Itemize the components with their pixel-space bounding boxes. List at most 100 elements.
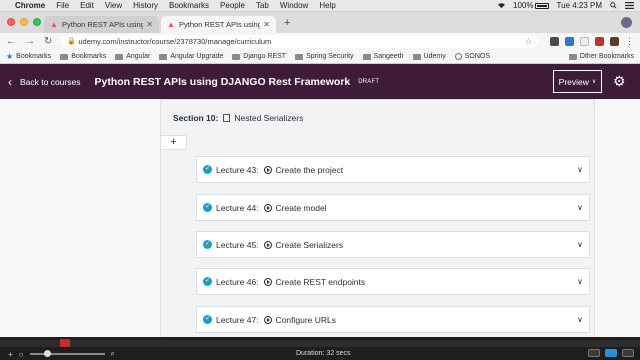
lecture-item[interactable]: ✓ Lecture 44: Create model ∨ xyxy=(196,194,590,221)
check-circle-icon: ✓ xyxy=(203,240,212,249)
bookmark-label: SONOS xyxy=(464,53,491,60)
browser-tab-2-active[interactable]: ▲ Python REST APIs using DJANGO ✕ xyxy=(161,16,276,33)
bookmarks-bar: ★ Bookmarks Bookmarks Angular Angular Upg… xyxy=(0,50,640,64)
close-icon[interactable]: ✕ xyxy=(146,20,153,29)
search-icon[interactable]: ⌕ xyxy=(111,349,115,359)
zoom-out-icon[interactable]: ○ xyxy=(19,350,24,359)
menu-view[interactable]: View xyxy=(105,1,122,10)
bookmark-star-icon[interactable]: ☆ xyxy=(525,37,532,46)
folder-icon xyxy=(412,53,421,60)
zoom-slider[interactable] xyxy=(29,350,105,357)
lock-icon[interactable]: 🔒 xyxy=(67,38,76,45)
bookmark-folder[interactable]: Bookmarks xyxy=(60,53,106,60)
close-icon[interactable]: ✕ xyxy=(263,20,270,29)
bookmark-folder[interactable]: Spring Security xyxy=(295,53,354,60)
preview-button[interactable]: Preview ∨ xyxy=(553,70,602,93)
lecture-title: Create the project xyxy=(275,164,344,175)
captions-icon[interactable] xyxy=(588,349,600,357)
menu-list-icon[interactable] xyxy=(625,2,634,9)
folder-icon xyxy=(568,53,577,60)
bookmark-item[interactable]: ★ Bookmarks xyxy=(6,52,51,61)
course-title: Python REST APIs using DJANGO Rest Frame… xyxy=(94,75,351,88)
menu-chrome[interactable]: Chrome xyxy=(15,1,45,10)
clock[interactable]: Tue 4:23 PM xyxy=(556,1,602,10)
add-curriculum-item-button[interactable]: + xyxy=(160,135,187,150)
window-controls xyxy=(7,18,41,26)
extension-icon[interactable] xyxy=(550,37,559,46)
play-circle-icon xyxy=(263,277,272,286)
reload-icon[interactable]: ↻ xyxy=(44,36,52,47)
url-text: udemy.com/instructor/course/2378730/mana… xyxy=(78,37,272,46)
timeline-playhead[interactable] xyxy=(60,339,70,347)
other-bookmarks-folder[interactable]: Other Bookmarks xyxy=(568,53,634,60)
extension-icon[interactable] xyxy=(595,37,604,46)
chevron-down-icon[interactable]: ∨ xyxy=(577,277,583,286)
close-window-button[interactable] xyxy=(7,18,15,26)
battery-icon xyxy=(535,2,550,9)
bookmark-folder[interactable]: Django REST xyxy=(232,53,286,60)
play-circle-icon xyxy=(263,165,272,174)
lecture-item[interactable]: ✓ Lecture 43: Create the project ∨ xyxy=(196,156,590,183)
bookmark-label: Sangeeth xyxy=(373,53,404,60)
macos-menu-bar: Chrome File Edit View History Bookmarks … xyxy=(0,0,640,12)
search-icon[interactable] xyxy=(609,2,618,9)
tab-strip: ▲ Python REST APIs using DJANGO ✕ ▲ Pyth… xyxy=(0,12,640,33)
chevron-down-icon[interactable]: ∨ xyxy=(577,203,583,212)
chevron-down-icon[interactable]: ∨ xyxy=(577,240,583,249)
back-to-courses-link[interactable]: ‹ Back to courses xyxy=(8,76,80,88)
play-circle-icon xyxy=(263,203,272,212)
menu-bookmarks[interactable]: Bookmarks xyxy=(169,1,209,10)
minimize-window-button[interactable] xyxy=(20,18,28,26)
folder-icon xyxy=(115,53,124,60)
profile-avatar[interactable] xyxy=(621,17,632,28)
folder-icon xyxy=(232,53,241,60)
bookmark-folder[interactable]: Udemy xyxy=(412,53,446,60)
zoom-in-icon[interactable]: + xyxy=(8,350,13,359)
bookmark-label: Angular Upgrade xyxy=(170,53,224,60)
gear-icon[interactable]: ⚙ xyxy=(613,73,626,89)
bookmark-folder[interactable]: Angular Upgrade xyxy=(159,53,223,60)
fullscreen-icon[interactable] xyxy=(622,349,634,357)
battery-indicator[interactable]: 100% xyxy=(513,1,550,10)
menu-help[interactable]: Help xyxy=(319,1,335,10)
bookmark-item[interactable]: SONOS xyxy=(454,53,491,60)
browser-tab-1[interactable]: ▲ Python REST APIs using DJANGO ✕ xyxy=(44,16,159,33)
extension-icon[interactable] xyxy=(580,37,589,46)
curriculum-area: Section 10: Nested Serializers + ✓ Lectu… xyxy=(0,99,640,337)
chevron-down-icon: ∨ xyxy=(591,79,597,85)
bookmark-label: Udemy xyxy=(423,53,446,60)
timeline-track[interactable] xyxy=(0,340,640,347)
bookmark-folder[interactable]: Angular xyxy=(115,53,150,60)
zoom-slider-knob[interactable] xyxy=(43,350,51,357)
fullscreen-window-button[interactable] xyxy=(33,18,41,26)
menu-file[interactable]: File xyxy=(56,1,69,10)
chrome-menu-icon[interactable]: ⋮ xyxy=(625,37,634,46)
lecture-item[interactable]: ✓ Lecture 47: Configure URLs ∨ xyxy=(196,306,590,333)
menu-people[interactable]: People xyxy=(220,1,245,10)
profile-icon[interactable] xyxy=(610,37,619,46)
menu-tab[interactable]: Tab xyxy=(256,1,269,10)
lecture-title: Create Serializers xyxy=(275,239,344,250)
menu-window[interactable]: Window xyxy=(280,1,308,10)
lecture-item[interactable]: ✓ Lecture 45: Create Serializers ∨ xyxy=(196,231,590,258)
lecture-title: Create REST endpoints xyxy=(275,276,366,287)
forward-arrow-icon[interactable]: → xyxy=(25,36,35,47)
check-circle-icon: ✓ xyxy=(203,315,212,324)
extension-icon[interactable] xyxy=(565,37,574,46)
back-arrow-icon[interactable]: ← xyxy=(6,36,16,47)
menu-edit[interactable]: Edit xyxy=(80,1,94,10)
tab-title: Python REST APIs using DJANGO xyxy=(62,20,144,29)
record-icon[interactable] xyxy=(605,349,617,357)
wifi-icon[interactable] xyxy=(497,2,506,9)
bookmark-label: Bookmarks xyxy=(71,53,107,60)
chevron-down-icon[interactable]: ∨ xyxy=(577,165,583,174)
lecture-item[interactable]: ✓ Lecture 46: Create REST endpoints ∨ xyxy=(196,268,590,295)
new-tab-button[interactable]: + xyxy=(284,17,290,29)
lecture-label: Lecture 45: xyxy=(216,239,259,250)
bookmark-folder[interactable]: Sangeeth xyxy=(362,53,404,60)
menu-history[interactable]: History xyxy=(133,1,158,10)
check-circle-icon: ✓ xyxy=(203,277,212,286)
url-input[interactable]: 🔒 udemy.com/instructor/course/2378730/ma… xyxy=(61,35,538,48)
folder-icon xyxy=(159,53,168,60)
chevron-down-icon[interactable]: ∨ xyxy=(577,315,583,324)
